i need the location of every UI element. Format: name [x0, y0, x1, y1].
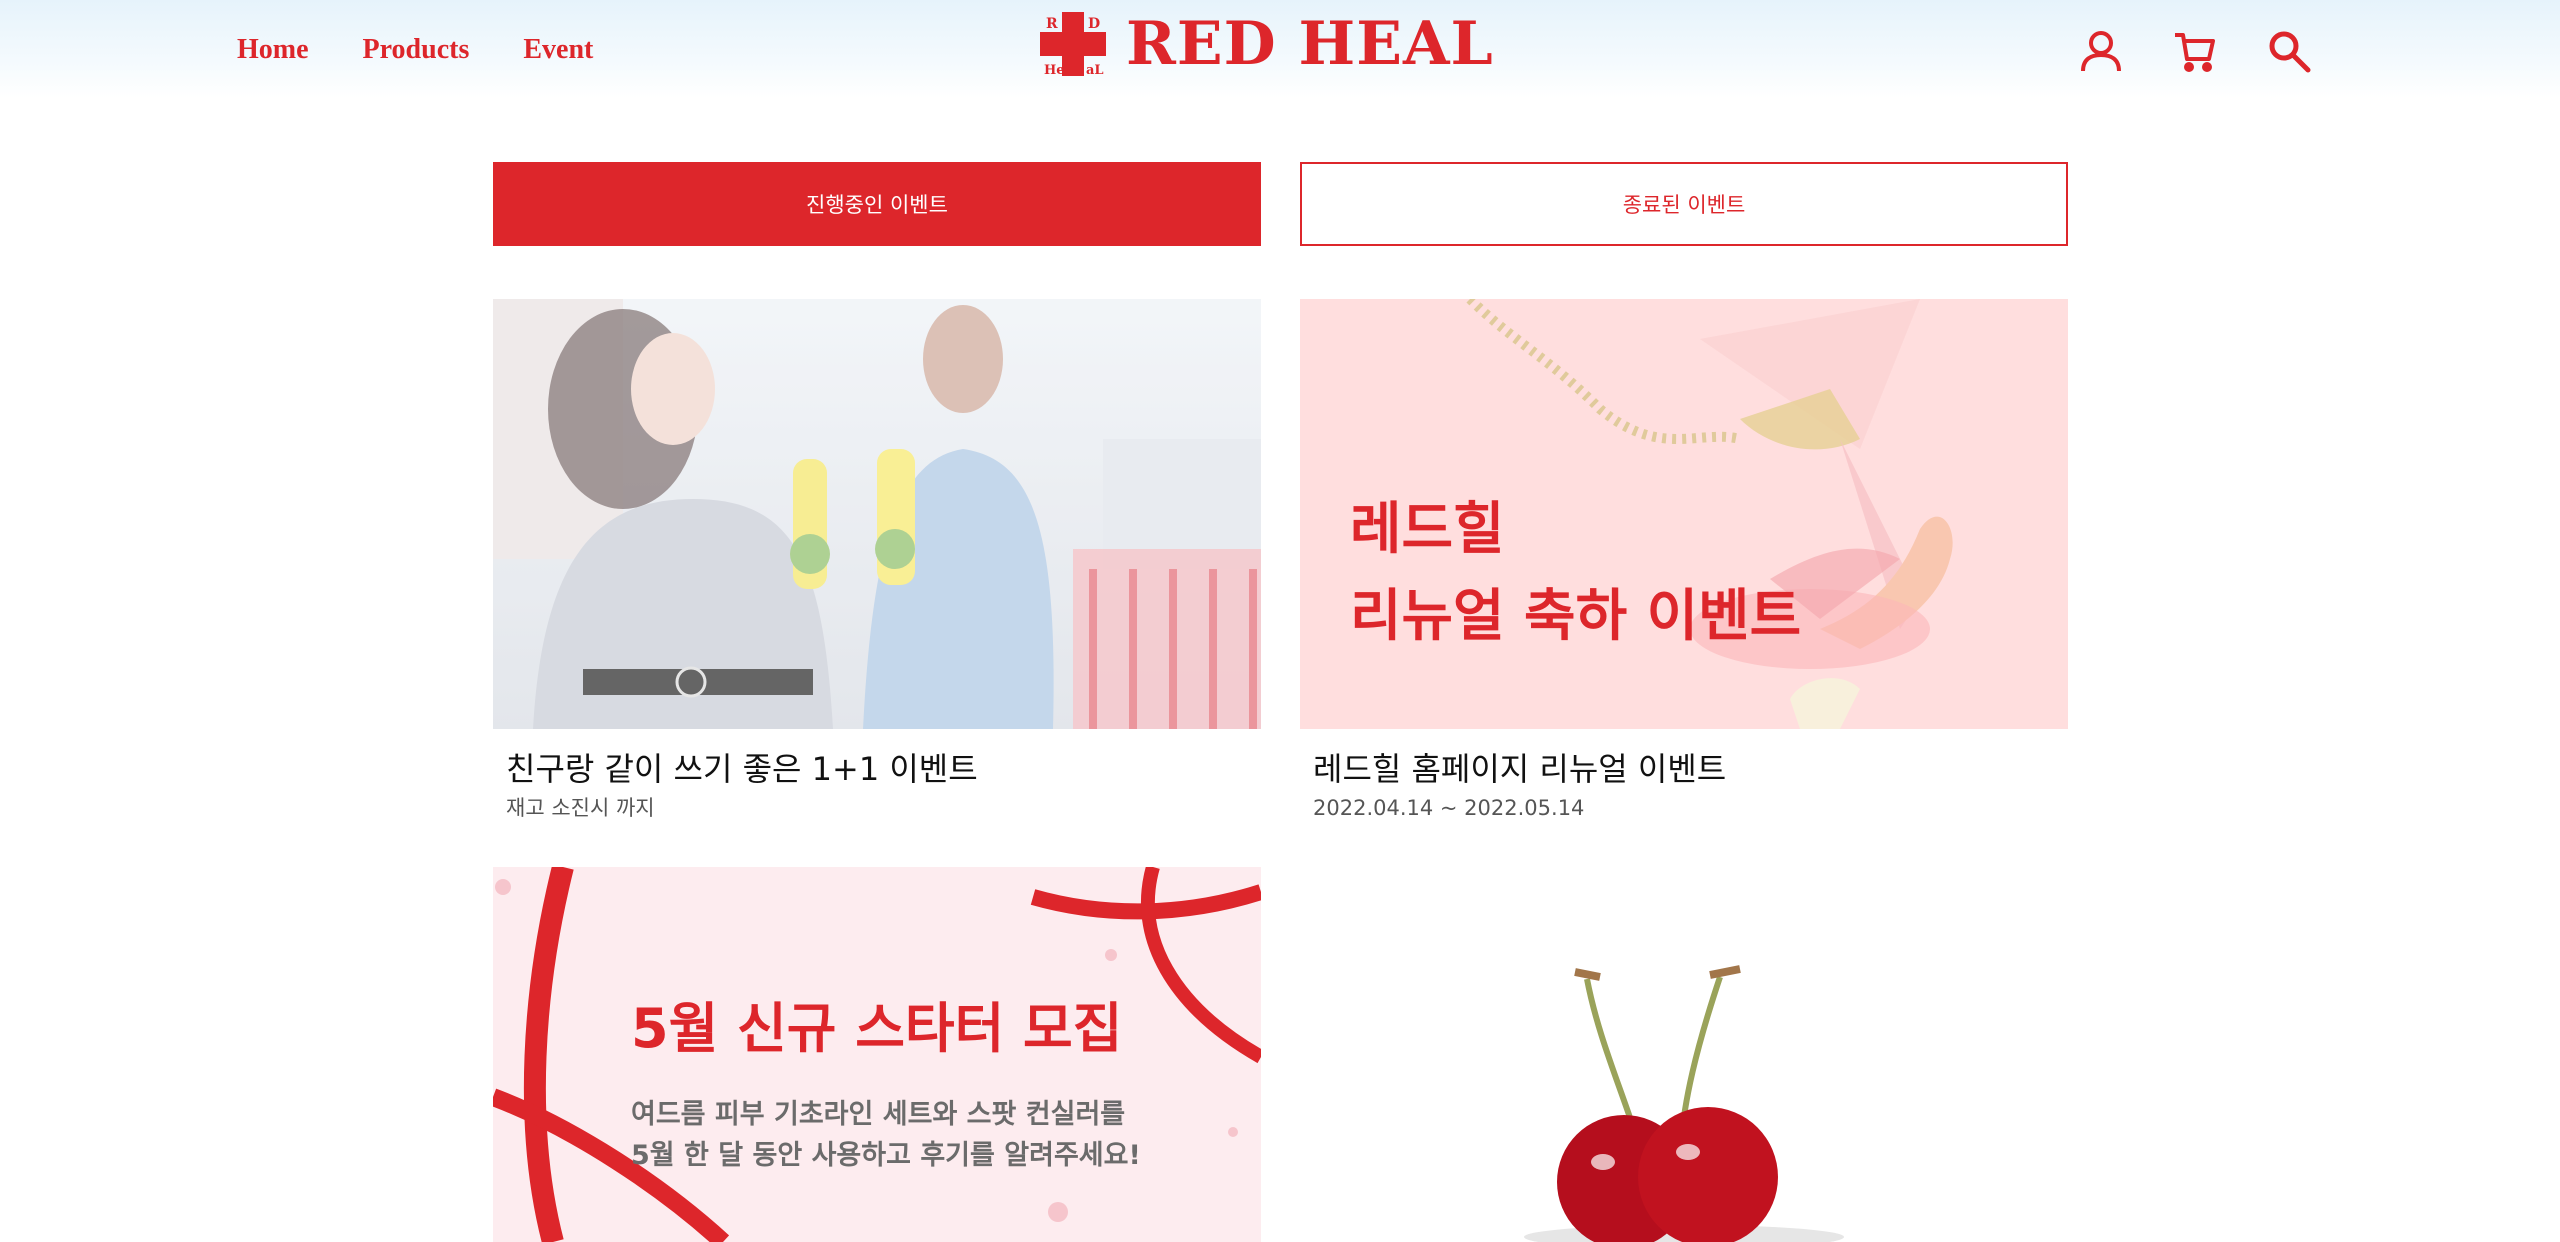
header-icons — [2076, 26, 2314, 76]
event-card[interactable]: 친구랑 같이 쓰기 좋은 1+1 이벤트 재고 소진시 까지 — [493, 299, 1261, 821]
banner-heading-line1: 레드힐 — [1350, 497, 1505, 562]
banner-heading: 5월 신규 스타터 모집 — [631, 997, 1123, 1060]
event-title: 친구랑 같이 쓰기 좋은 1+1 이벤트 — [506, 750, 978, 788]
user-icon[interactable] — [2076, 26, 2126, 76]
nav-products[interactable]: Products — [363, 30, 470, 70]
svg-text:R: R — [1046, 16, 1058, 32]
event-card[interactable] — [1300, 867, 2068, 1242]
event-image-friends-drinks — [493, 299, 1261, 729]
banner-description-line2: 5월 한 달 동안 사용하고 후기를 알려주세요! — [631, 1140, 1141, 1171]
banner-heading-line2: 리뉴얼 축하 이벤트 — [1350, 584, 1802, 649]
main-nav: Home Products Event — [237, 30, 647, 70]
site-header: Home Products Event R D He aL RED HEAL — [0, 0, 2560, 98]
event-period: 재고 소진시 까지 — [506, 796, 655, 820]
event-banner-renewal: 레드힐 리뉴얼 축하 이벤트 — [1300, 299, 2068, 729]
svg-text:D: D — [1088, 16, 1100, 32]
event-card[interactable]: 5월 신규 스타터 모집 여드름 피부 기초라인 세트와 스팟 컨실러를 5월 … — [493, 867, 1261, 1242]
event-period: 2022.04.14 ~ 2022.05.14 — [1313, 796, 1585, 820]
event-title: 레드힐 홈페이지 리뉴얼 이벤트 — [1313, 750, 1727, 788]
brand-name: RED HEAL — [1126, 9, 1494, 79]
search-icon[interactable] — [2264, 26, 2314, 76]
tab-ongoing-events[interactable]: 진행중인 이벤트 — [493, 162, 1261, 246]
tab-ended-events[interactable]: 종료된 이벤트 — [1300, 162, 2068, 246]
banner-description-line1: 여드름 피부 기초라인 세트와 스팟 컨실러를 — [631, 1099, 1126, 1130]
red-cross-logo-icon: R D He aL — [1040, 12, 1106, 78]
nav-home[interactable]: Home — [237, 30, 309, 70]
cart-icon[interactable] — [2170, 26, 2220, 76]
event-image-cherries — [1300, 867, 2068, 1242]
brand-logo[interactable]: R D He aL RED HEAL — [1040, 9, 1494, 79]
svg-text:aL: aL — [1086, 63, 1104, 76]
event-card[interactable]: 레드힐 리뉴얼 축하 이벤트 레드힐 홈페이지 리뉴얼 이벤트 2022.04.… — [1300, 299, 2068, 821]
svg-text:He: He — [1044, 63, 1065, 76]
event-banner-starter: 5월 신규 스타터 모집 여드름 피부 기초라인 세트와 스팟 컨실러를 5월 … — [493, 867, 1261, 1242]
nav-event[interactable]: Event — [523, 30, 593, 70]
